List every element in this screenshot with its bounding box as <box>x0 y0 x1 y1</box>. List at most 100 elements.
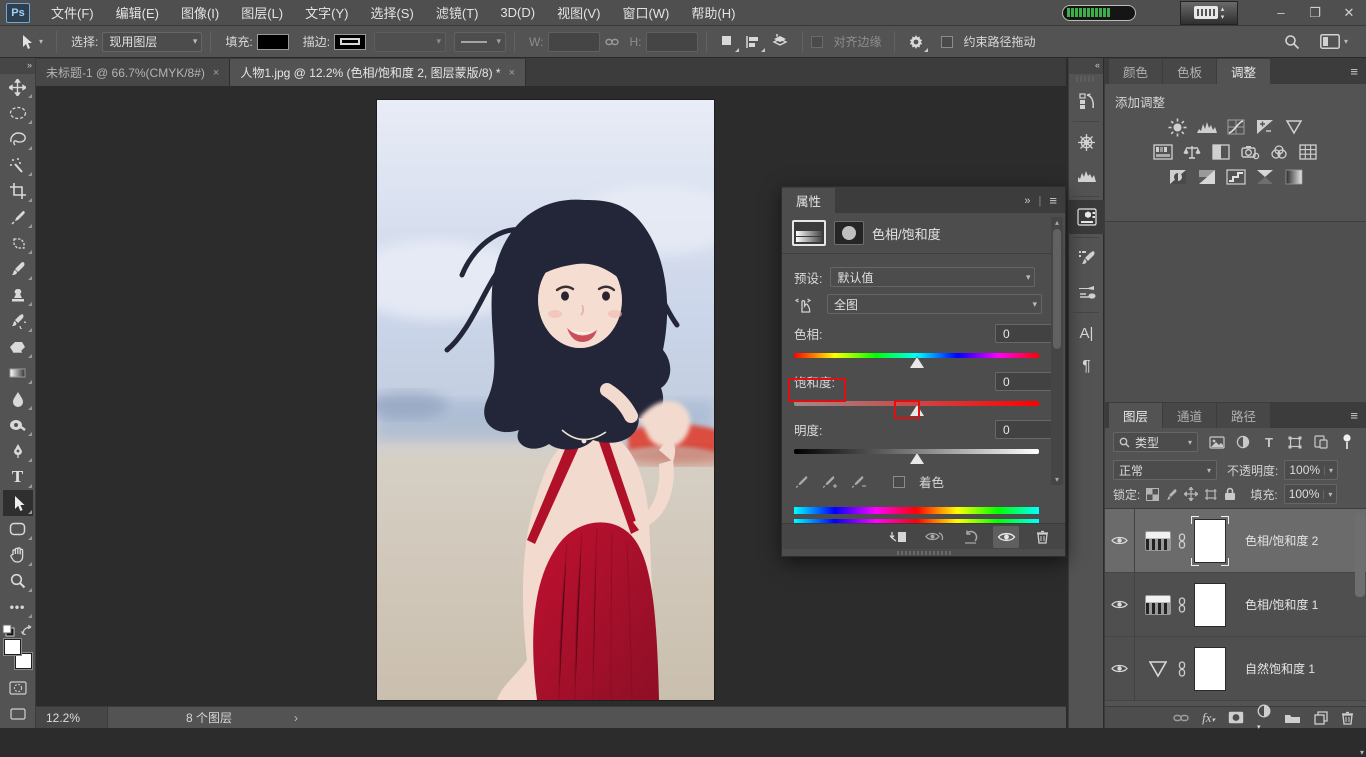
clone-stamp-tool[interactable] <box>3 282 33 308</box>
channel-dropdown[interactable]: 全图▾ <box>827 294 1042 314</box>
filter-smart-objects-icon[interactable] <box>1310 432 1332 452</box>
layer-name[interactable]: 色相/饱和度 2 <box>1245 532 1318 549</box>
lock-artboard-icon[interactable] <box>1204 488 1218 501</box>
swap-colors-icon[interactable] <box>21 625 34 637</box>
dodge-tool[interactable] <box>3 412 33 438</box>
panel-menu-icon[interactable]: ≡ <box>1350 408 1358 423</box>
layer-name[interactable]: 色相/饱和度 1 <box>1245 596 1318 613</box>
history-panel-icon[interactable] <box>1069 84 1104 118</box>
filter-adjustment-layers-icon[interactable] <box>1232 432 1254 452</box>
type-tool[interactable]: T <box>3 464 33 490</box>
hue-slider[interactable] <box>794 353 1039 358</box>
ime-keyboard-icon[interactable]: ▴▾ <box>1180 1 1238 25</box>
hue-saturation-icon[interactable] <box>1152 143 1174 161</box>
gradient-map-icon[interactable] <box>1254 168 1276 186</box>
fill-dropdown[interactable]: 100%▾ <box>1284 484 1338 504</box>
hue-value-field[interactable]: 0 <box>995 324 1053 343</box>
zoom-tool[interactable] <box>3 568 33 594</box>
tab-color[interactable]: 颜色 <box>1109 59 1162 84</box>
color-lookup-icon[interactable] <box>1297 143 1319 161</box>
black-white-icon[interactable] <box>1210 143 1232 161</box>
new-group-icon[interactable] <box>1284 712 1301 724</box>
new-adjustment-layer-icon[interactable]: ▾ <box>1257 704 1271 732</box>
layer-visibility-toggle[interactable] <box>1105 573 1135 636</box>
layer-style-fx-icon[interactable]: fx▾ <box>1202 710 1215 726</box>
lock-all-icon[interactable] <box>1224 487 1236 501</box>
history-brush-tool[interactable] <box>3 308 33 334</box>
mask-icon[interactable] <box>834 221 864 245</box>
menu-select[interactable]: 选择(S) <box>359 0 424 26</box>
constrain-path-checkbox[interactable] <box>941 36 953 48</box>
properties-scrollbar[interactable]: ▴▾ <box>1051 217 1063 485</box>
filter-shape-layers-icon[interactable] <box>1284 432 1306 452</box>
panel-resize-grip[interactable] <box>782 549 1065 556</box>
eyedropper-minus-icon[interactable] <box>850 474 867 489</box>
menu-filter[interactable]: 滤镜(T) <box>425 0 490 26</box>
hue-saturation-adjustment-icon[interactable] <box>1145 531 1171 551</box>
layers-scrollbar[interactable] <box>1355 513 1365 597</box>
doc-tab-portrait[interactable]: 人物1.jpg @ 12.2% (色相/饱和度 2, 图层蒙版/8) *× <box>230 59 526 86</box>
paragraph-panel-icon[interactable]: ¶ <box>1069 350 1104 384</box>
workspace-switcher-icon[interactable]: ▾ <box>1320 34 1348 49</box>
menu-3d[interactable]: 3D(D) <box>489 0 546 26</box>
lightness-slider-thumb[interactable] <box>910 453 924 464</box>
tab-paths[interactable]: 路径 <box>1217 403 1270 428</box>
healing-brush-tool[interactable] <box>3 230 33 256</box>
close-icon[interactable]: × <box>509 67 515 79</box>
view-previous-state-icon[interactable] <box>921 526 947 548</box>
more-tools-icon[interactable]: ••• <box>3 594 33 620</box>
close-icon[interactable]: × <box>213 67 219 79</box>
lightness-slider[interactable] <box>794 449 1039 454</box>
eraser-tool[interactable] <box>3 334 33 360</box>
saturation-value-field[interactable]: 0 <box>995 372 1053 391</box>
tab-adjustments[interactable]: 调整 <box>1217 59 1270 84</box>
layer-visibility-toggle[interactable] <box>1105 509 1135 572</box>
menu-image[interactable]: 图像(I) <box>170 0 230 26</box>
doc-tab-untitled[interactable]: 未标题-1 @ 66.7%(CMYK/8#)× <box>36 59 230 86</box>
foreground-background-swatches[interactable] <box>4 639 32 669</box>
threshold-icon[interactable] <box>1225 168 1247 186</box>
vibrance-adjustment-icon[interactable] <box>1147 660 1169 678</box>
eyedropper-tool[interactable] <box>3 204 33 230</box>
delete-layer-icon[interactable] <box>1341 711 1354 725</box>
menu-type[interactable]: 文字(Y) <box>294 0 359 26</box>
select-mode-dropdown[interactable]: 现用图层▾ <box>102 32 202 52</box>
character-panel-icon[interactable]: A| <box>1069 316 1104 350</box>
minimize-button[interactable]: ‒ <box>1264 0 1298 26</box>
hand-tool[interactable] <box>3 542 33 568</box>
crop-tool[interactable] <box>3 178 33 204</box>
menu-edit[interactable]: 编辑(E) <box>105 0 170 26</box>
tab-properties[interactable]: 属性 <box>782 188 835 213</box>
link-layers-icon[interactable] <box>1173 713 1189 723</box>
panel-menu-icon[interactable]: ≡ <box>1350 64 1358 79</box>
gear-icon[interactable] <box>903 30 929 54</box>
color-balance-icon[interactable] <box>1181 143 1203 161</box>
blend-mode-dropdown[interactable]: 正常▾ <box>1113 460 1217 480</box>
path-operations-icon[interactable] <box>715 30 740 54</box>
stroke-swatch[interactable] <box>334 34 366 50</box>
menu-layer[interactable]: 图层(L) <box>230 0 294 26</box>
layer-mask-thumbnail[interactable] <box>1195 520 1225 562</box>
opacity-dropdown[interactable]: 100%▾ <box>1284 460 1338 480</box>
filter-toggle-pin-icon[interactable] <box>1336 432 1358 452</box>
targeted-adjustment-icon[interactable] <box>794 294 814 314</box>
brightness-contrast-icon[interactable] <box>1167 118 1189 136</box>
width-input[interactable] <box>548 32 600 52</box>
brush-tool[interactable] <box>3 256 33 282</box>
default-colors-icon[interactable] <box>2 624 15 637</box>
filter-pixel-layers-icon[interactable] <box>1206 432 1228 452</box>
height-input[interactable] <box>646 32 698 52</box>
mask-link-icon[interactable] <box>1177 661 1187 677</box>
layer-row-hue-sat-1[interactable]: 色相/饱和度 1 <box>1105 573 1366 637</box>
zoom-level-field[interactable]: 12.2% <box>36 707 108 728</box>
lock-position-icon[interactable] <box>1184 487 1198 501</box>
clip-to-layer-icon[interactable] <box>885 526 911 548</box>
screen-mode-icon[interactable] <box>3 701 33 727</box>
link-dimensions-icon[interactable] <box>600 30 624 54</box>
fill-swatch[interactable] <box>257 34 289 50</box>
path-selection-tool[interactable] <box>3 490 33 516</box>
foreground-color-swatch[interactable] <box>4 639 21 655</box>
vibrance-icon[interactable] <box>1283 118 1305 136</box>
move-tool[interactable] <box>3 74 33 100</box>
status-chevron-icon[interactable]: › <box>294 711 298 725</box>
